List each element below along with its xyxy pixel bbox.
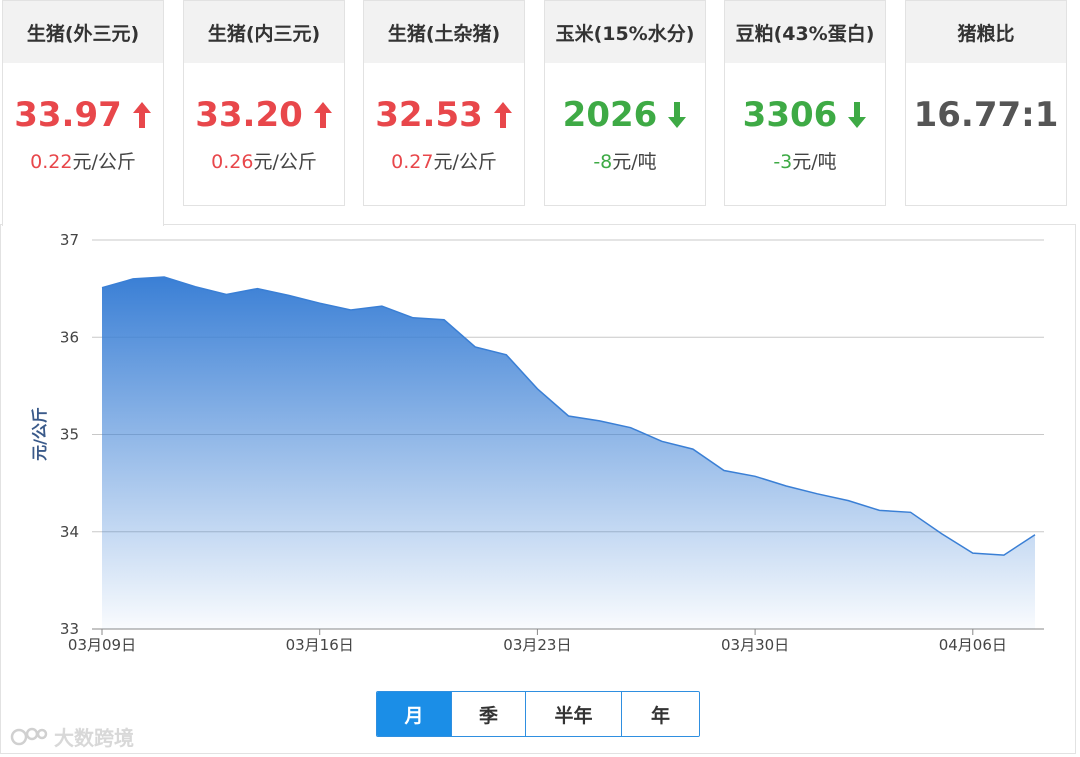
y-tick-label: 36 — [60, 328, 79, 346]
data-point[interactable] — [441, 317, 447, 323]
data-point[interactable] — [503, 352, 509, 358]
y-tick-label: 37 — [60, 231, 79, 249]
data-point[interactable] — [690, 446, 696, 452]
data-point[interactable] — [845, 498, 851, 504]
tab-month[interactable]: 月 — [377, 692, 451, 736]
card-change: 0.22元/公斤 — [30, 151, 136, 173]
data-point[interactable] — [317, 300, 323, 306]
data-point[interactable] — [1001, 552, 1007, 558]
x-tick-label: 04月06日 — [939, 636, 1007, 654]
data-point[interactable] — [534, 386, 540, 392]
data-point[interactable] — [814, 491, 820, 497]
x-tick-label: 03月16日 — [286, 636, 354, 654]
data-point[interactable] — [721, 468, 727, 474]
arrow-up-icon — [132, 102, 151, 128]
data-point[interactable] — [659, 438, 665, 444]
data-point[interactable] — [99, 285, 105, 291]
data-point[interactable] — [348, 307, 354, 313]
watermark-text: 大数跨境 — [54, 726, 134, 750]
x-tick-label: 03月30日 — [721, 636, 789, 654]
data-point[interactable] — [130, 276, 136, 282]
data-point[interactable] — [255, 286, 261, 292]
tab-year[interactable]: 年 — [621, 692, 699, 736]
data-point[interactable] — [192, 284, 198, 290]
tab-quarter[interactable]: 季 — [451, 692, 525, 736]
y-tick-label: 34 — [60, 523, 79, 541]
card-value: 33.97 — [3, 93, 163, 137]
data-point[interactable] — [970, 550, 976, 556]
data-point[interactable] — [1032, 532, 1038, 538]
data-point[interactable] — [877, 507, 883, 513]
data-point[interactable] — [161, 274, 167, 280]
data-point[interactable] — [908, 509, 914, 515]
data-point[interactable] — [752, 473, 758, 479]
data-point[interactable] — [379, 303, 385, 309]
card-pig-wai[interactable]: 生猪(外三元) 33.97 0.22元/公斤 — [2, 0, 164, 226]
data-point[interactable] — [939, 531, 945, 537]
data-point[interactable] — [566, 413, 572, 419]
data-point[interactable] — [286, 292, 292, 298]
watermark: 大数跨境 — [10, 722, 134, 751]
tab-half-year[interactable]: 半年 — [525, 692, 621, 736]
data-point[interactable] — [597, 418, 603, 424]
x-tick-label: 03月23日 — [503, 636, 571, 654]
y-axis-label: 元/公斤 — [30, 407, 49, 461]
data-point[interactable] — [472, 344, 478, 350]
data-point[interactable] — [628, 425, 634, 431]
brand-logo-icon — [10, 727, 48, 745]
y-tick-label: 35 — [60, 426, 79, 444]
x-tick-label: 03月09日 — [68, 636, 136, 654]
range-tabs: 月 季 半年 年 — [376, 691, 700, 737]
area-fill — [102, 277, 1035, 629]
data-point[interactable] — [410, 315, 416, 321]
data-point[interactable] — [783, 483, 789, 489]
data-point[interactable] — [223, 292, 229, 298]
card-title: 生猪(外三元) — [3, 1, 163, 63]
